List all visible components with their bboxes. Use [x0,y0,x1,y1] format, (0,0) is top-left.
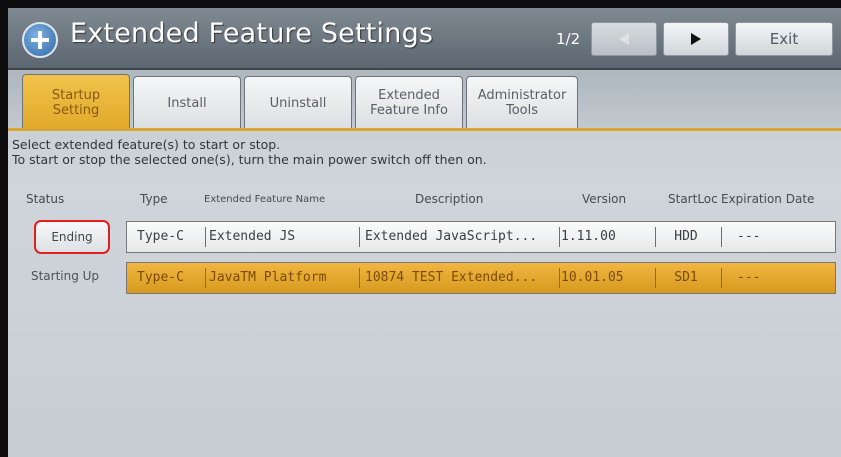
tab-label-line1: Administrator [477,88,567,103]
divider [359,268,360,288]
cell-type: Type-C [137,229,184,244]
divider [205,268,206,288]
extended-feature-icon [22,22,58,58]
cell-version: 10.01.05 [561,270,624,285]
tab-label-line2: Tools [505,103,539,118]
column-header-startloc: StartLoc [668,192,718,206]
cell-name: Extended JS [209,229,296,244]
table-row[interactable]: Type-C JavaTM Platform 10874 TEST Extend… [126,262,836,294]
tab-label-line1: Startup [51,88,101,103]
cell-startloc: SD1 [674,270,698,285]
cell-expiration: --- [737,270,761,285]
tab-label-line2: Setting [52,103,100,118]
tab-label-line2: Feature Info [370,103,448,118]
triangle-left-icon [619,33,629,45]
tab-uninstall[interactable]: Uninstall [244,76,352,129]
page-title: Extended Feature Settings [70,18,434,49]
column-header-status: Status [26,192,65,206]
column-header-name: Extended Feature Name [204,194,326,205]
header-bar: Extended Feature Settings 1/2 Exit [8,8,841,70]
tab-extended-feature-info[interactable]: Extended Feature Info [355,76,463,129]
instructions: Select extended feature(s) to start or s… [12,137,487,167]
device-frame: Extended Feature Settings 1/2 Exit Start… [0,0,841,457]
table-row[interactable]: Type-C Extended JS Extended JavaScript..… [126,221,836,253]
page-indicator: 1/2 [556,30,581,48]
divider [205,227,206,247]
cell-startloc: HDD [674,229,698,244]
tab-install[interactable]: Install [133,76,241,129]
divider [559,227,560,247]
instruction-line-2: To start or stop the selected one(s), tu… [12,152,487,167]
cell-type: Type-C [137,270,184,285]
triangle-right-icon [691,33,701,45]
cell-description: 10874 TEST Extended... [365,270,538,285]
column-header-expiration: Expiration Date [721,192,815,206]
divider [359,227,360,247]
tab-label-line1: Extended [378,88,440,103]
cell-description: Extended JavaScript... [365,229,538,244]
previous-page-button[interactable] [591,22,657,56]
column-header-description: Description [415,192,484,206]
screen: Extended Feature Settings 1/2 Exit Start… [8,8,841,457]
divider [721,268,722,288]
exit-button[interactable]: Exit [735,22,833,56]
cell-expiration: --- [737,229,761,244]
divider [559,268,560,288]
instruction-line-1: Select extended feature(s) to start or s… [12,137,281,152]
divider [721,227,722,247]
tab-underline [8,128,841,131]
column-header-version: Version [582,192,627,206]
tab-administrator-tools[interactable]: Administrator Tools [466,76,578,129]
status-starting-up-button[interactable]: Starting Up [12,261,118,291]
tab-startup-setting[interactable]: Startup Setting [22,74,130,131]
next-page-button[interactable] [663,22,729,56]
tab-label: Uninstall [269,95,327,111]
status-ending-button[interactable]: Ending [34,220,110,254]
column-header-type: Type [140,192,168,206]
tab-bar: Startup Setting Install Uninstall Extend… [8,70,841,131]
tab-label: Install [167,95,207,111]
cell-version: 1.11.00 [561,229,616,244]
cell-name: JavaTM Platform [209,270,327,285]
